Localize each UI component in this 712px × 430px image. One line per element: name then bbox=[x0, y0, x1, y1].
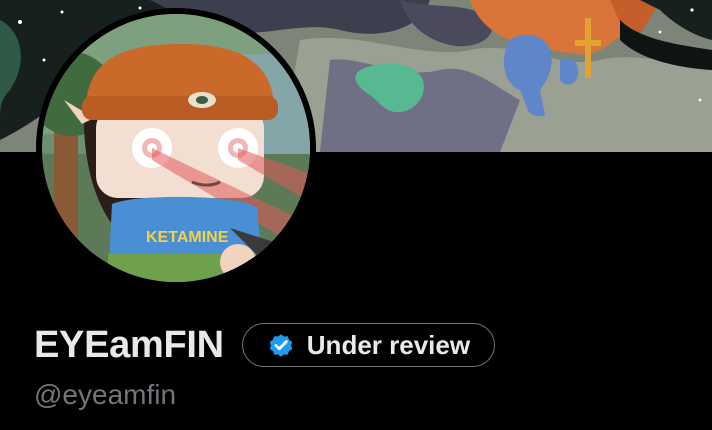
profile-handle: @eyeamfin bbox=[34, 379, 177, 410]
display-name: EYEamFIN bbox=[34, 324, 224, 366]
avatar-artwork: KETAMINE bbox=[42, 14, 310, 282]
avatar-shirt-text: KETAMINE bbox=[146, 229, 229, 246]
profile-name-row: EYEamFIN Under review bbox=[34, 318, 496, 372]
under-review-badge[interactable]: Under review bbox=[241, 323, 496, 367]
profile-avatar-frame: KETAMINE bbox=[36, 8, 316, 288]
verified-badge-icon bbox=[267, 331, 295, 359]
profile-avatar[interactable]: KETAMINE bbox=[42, 14, 310, 282]
under-review-label: Under review bbox=[306, 330, 471, 360]
